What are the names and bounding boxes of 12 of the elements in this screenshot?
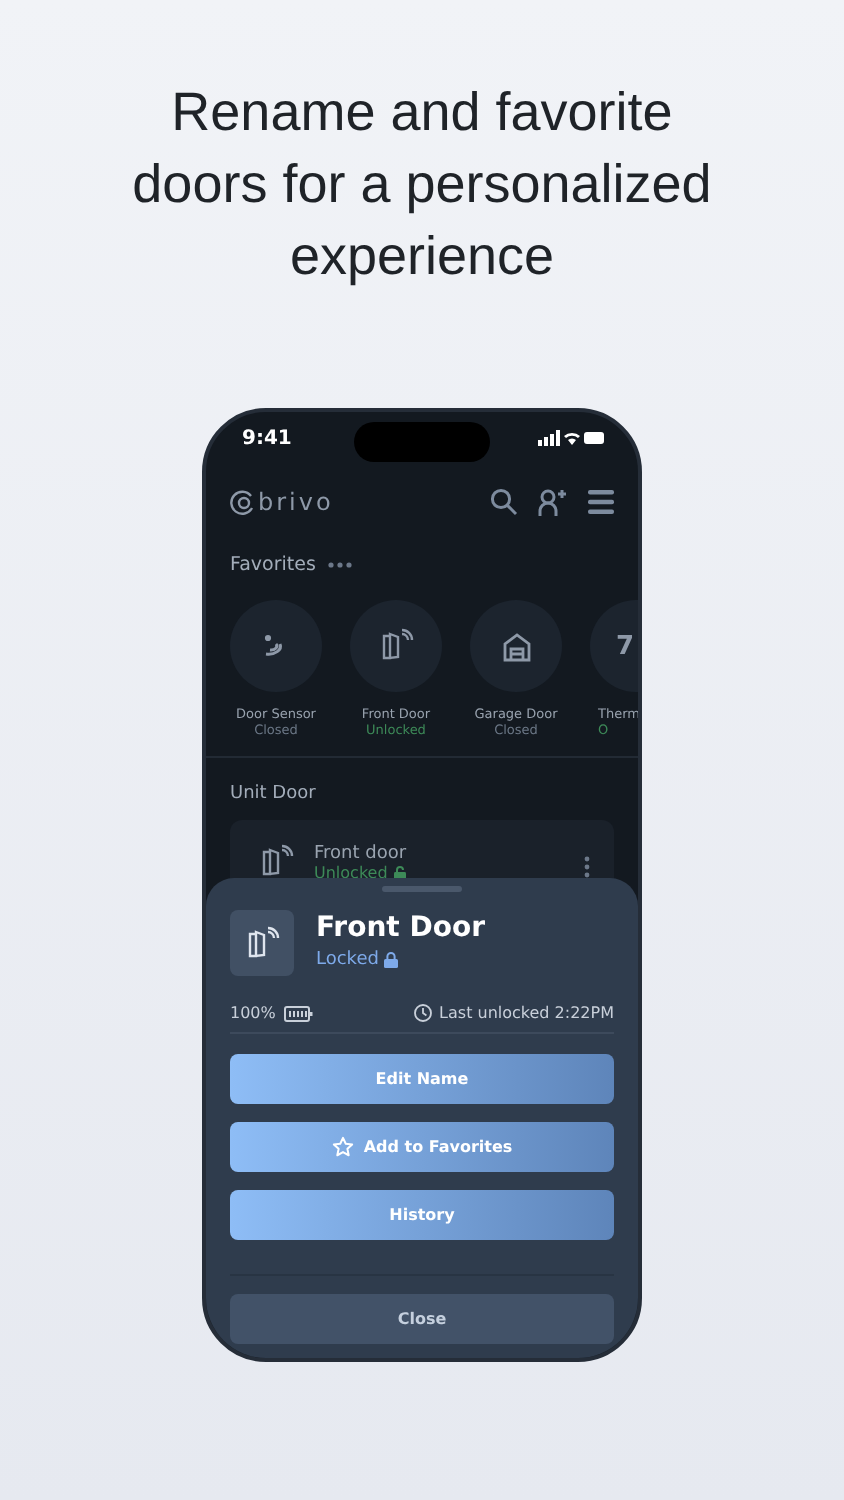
- device-name: Front door: [314, 844, 407, 864]
- battery-level: 100%: [230, 1004, 276, 1022]
- logo-text: brivo: [258, 488, 334, 516]
- section-title: Unit Door: [230, 784, 318, 804]
- headline: Rename and favorite doors for a personalized experience: [130, 80, 714, 290]
- status-time: 9:41: [242, 427, 292, 449]
- device-status: Unlocked: [314, 864, 388, 882]
- lock-status: Locked: [316, 950, 379, 970]
- reading: 7: [615, 631, 634, 661]
- section-title: Favorites: [230, 553, 316, 575]
- sheet-title: Front Door: [316, 912, 485, 944]
- last-unlocked: Last unlocked 2:22PM: [439, 1004, 614, 1022]
